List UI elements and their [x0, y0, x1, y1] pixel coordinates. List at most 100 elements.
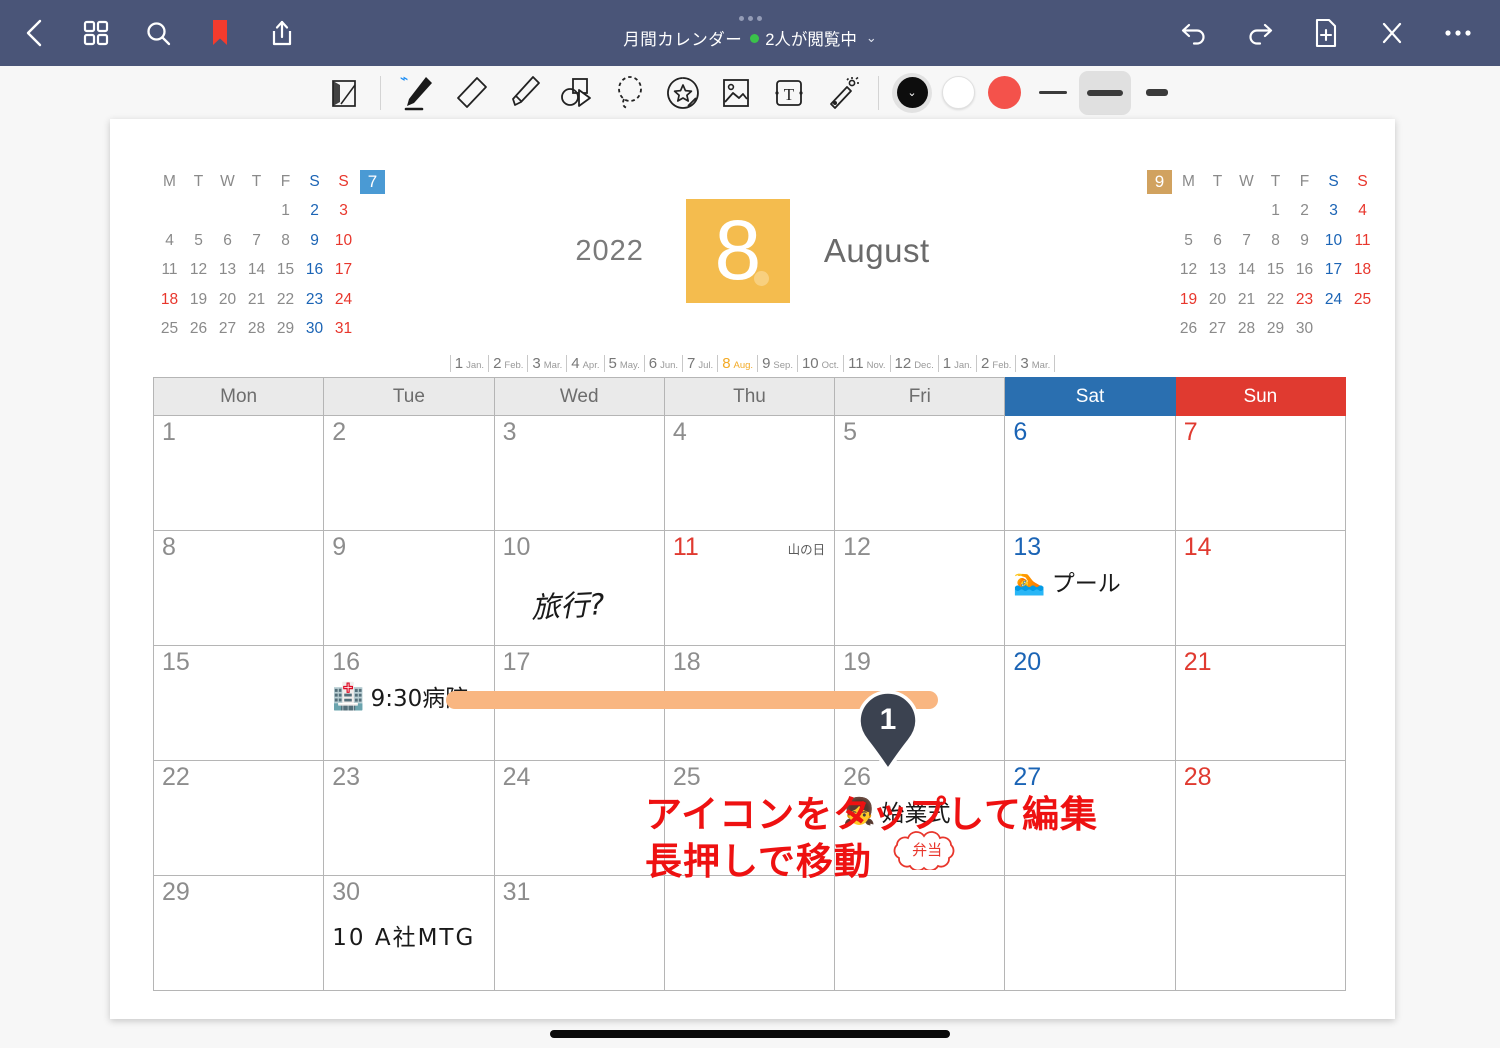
month-strip-item[interactable]: 12 Dec.: [889, 355, 938, 372]
calendar-day-cell[interactable]: 23: [323, 760, 495, 876]
calendar-day-cell[interactable]: 3: [493, 415, 665, 531]
back-button[interactable]: [14, 13, 54, 53]
calendar-day-cell[interactable]: 7: [1174, 415, 1347, 531]
month-strip-item[interactable]: 3 Mar.: [1015, 355, 1056, 372]
shape-tool[interactable]: [550, 70, 603, 116]
mini-day-cell[interactable]: 28: [242, 315, 271, 345]
lasso-tool[interactable]: [603, 70, 656, 116]
redo-button[interactable]: [1240, 13, 1280, 53]
grid-view-button[interactable]: [76, 13, 116, 53]
pen-tool[interactable]: ⌁: [391, 70, 444, 116]
month-strip-number: 12: [894, 355, 912, 372]
handwritten-note[interactable]: プール: [1052, 564, 1121, 598]
add-page-button[interactable]: [1306, 13, 1346, 53]
calendar-week-row: 8 9 10 旅行? 11 山の日 12 13 🏊 プール 14: [152, 530, 1347, 646]
calendar-day-cell[interactable]: 11 山の日: [663, 530, 836, 646]
mini-day-cell[interactable]: 27: [1203, 315, 1232, 345]
month-strip-item[interactable]: 1 Jan.: [449, 355, 488, 372]
month-strip-item[interactable]: 1 Jan.: [937, 355, 976, 372]
calendar-day-cell[interactable]: 30 10 A社MTG: [323, 875, 495, 991]
calendar-day-cell[interactable]: 5: [834, 415, 1006, 531]
eraser-tool[interactable]: [444, 70, 497, 116]
hospital-emoji[interactable]: 🏥: [332, 683, 364, 709]
calendar-day-cell[interactable]: 12: [834, 530, 1006, 646]
month-strip-item[interactable]: 2 Feb.: [488, 355, 527, 372]
calendar-day-cell[interactable]: 10 旅行?: [493, 530, 665, 646]
share-button[interactable]: [262, 13, 302, 53]
calendar-day-cell[interactable]: 24: [493, 760, 665, 876]
month-strip-abbrev: Oct.: [821, 360, 840, 371]
mini-day-cell[interactable]: 29: [1261, 315, 1290, 345]
month-strip-abbrev: Mar.: [1031, 360, 1051, 371]
document-title-button[interactable]: 月間カレンダー 2人が閲覧中 ⌄: [623, 26, 877, 50]
magic-tool[interactable]: [815, 70, 868, 116]
month-strip-number: 3: [532, 355, 541, 372]
color-red-swatch[interactable]: [981, 70, 1027, 116]
month-strip-item[interactable]: 7 Jul.: [682, 355, 717, 372]
handwritten-note[interactable]: 10 A社MTG: [332, 918, 475, 952]
mini-day-cell[interactable]: 30: [300, 315, 329, 345]
mini-day-cell[interactable]: 30: [1290, 315, 1319, 345]
sticker-tool[interactable]: [656, 70, 709, 116]
calendar-day-cell[interactable]: 1: [152, 415, 325, 531]
event-entry[interactable]: 🏊 プール: [1013, 564, 1166, 598]
width-thin-button[interactable]: [1027, 71, 1079, 115]
more-options-button[interactable]: [1438, 13, 1478, 53]
calendar-day-cell[interactable]: [1174, 875, 1347, 991]
calendar-day-cell[interactable]: 15: [152, 645, 325, 761]
month-strip-item[interactable]: 11 Nov.: [843, 355, 889, 372]
month-strip-item[interactable]: 8 Aug.: [717, 355, 757, 372]
calendar-day-cell[interactable]: 4: [663, 415, 836, 531]
bookmark-button[interactable]: [200, 13, 240, 53]
width-medium-button[interactable]: [1079, 70, 1131, 115]
calendar-day-cell[interactable]: [834, 875, 1006, 991]
close-button[interactable]: [1372, 13, 1412, 53]
month-strip-item[interactable]: 10 Oct.: [796, 355, 843, 372]
mini-day-cell[interactable]: 29: [271, 315, 300, 345]
month-navigation-strip[interactable]: 1 Jan. 2 Feb. 3 Mar. 4 Apr. 5 May. 6 Jun. 7 Jul. 8 Aug.…: [110, 355, 1395, 372]
color-black-swatch[interactable]: ⌄: [889, 70, 935, 116]
calendar-page-sheet[interactable]: M T W T F S S 7 1 2 3 4 5 6 7 8 9 10 11 12 13 14 15 16 17 18 19 20 2…: [110, 119, 1395, 1019]
month-strip-item[interactable]: 6 Jun.: [643, 355, 682, 372]
calendar-day-cell[interactable]: 21: [1174, 645, 1347, 761]
mini-month-badge[interactable]: 7: [358, 167, 387, 197]
month-strip-item[interactable]: 3 Mar.: [527, 355, 566, 372]
width-thick-button[interactable]: [1131, 71, 1183, 115]
color-white-swatch[interactable]: [935, 70, 981, 116]
mini-day-cell[interactable]: 28: [1232, 315, 1261, 345]
calendar-day-cell[interactable]: 29: [152, 875, 325, 991]
calendar-day-cell[interactable]: [1004, 875, 1176, 991]
mini-day-cell[interactable]: 26: [184, 315, 213, 345]
calendar-day-cell[interactable]: 14: [1174, 530, 1347, 646]
mini-month-badge[interactable]: 9: [1145, 167, 1174, 197]
month-strip-item[interactable]: 5 May.: [603, 355, 644, 372]
calendar-day-cell[interactable]: 20: [1004, 645, 1176, 761]
pin-marker[interactable]: 1: [855, 690, 921, 772]
mini-day-cell[interactable]: 26: [1174, 315, 1203, 345]
calendar-day-cell[interactable]: 22: [152, 760, 325, 876]
calendar-day-cell[interactable]: 8: [152, 530, 325, 646]
month-strip-item[interactable]: 4 Apr.: [566, 355, 603, 372]
month-strip-item[interactable]: 9 Sep.: [757, 355, 797, 372]
handwritten-note[interactable]: 旅行?: [530, 581, 606, 627]
swimmer-emoji[interactable]: 🏊: [1013, 568, 1045, 594]
search-button[interactable]: [138, 13, 178, 53]
mini-day-cell[interactable]: 27: [213, 315, 242, 345]
calendar-day-cell[interactable]: 31: [493, 875, 665, 991]
mini-day-cell[interactable]: 25: [155, 315, 184, 345]
calendar-day-cell[interactable]: 9: [323, 530, 495, 646]
mini-day-cell[interactable]: [1319, 315, 1348, 345]
month-strip-item[interactable]: 2 Feb.: [976, 355, 1015, 372]
undo-button[interactable]: [1174, 13, 1214, 53]
text-tool[interactable]: T: [762, 70, 815, 116]
calendar-day-cell[interactable]: 28: [1174, 760, 1347, 876]
highlighter-tool[interactable]: [497, 70, 550, 116]
mini-day-cell[interactable]: 31: [329, 315, 358, 345]
image-tool[interactable]: [709, 70, 762, 116]
calendar-day-cell[interactable]: 2: [323, 415, 495, 531]
calendar-day-cell[interactable]: [663, 875, 836, 991]
calendar-day-cell[interactable]: 13 🏊 プール: [1004, 530, 1176, 646]
mini-day-cell[interactable]: [1348, 315, 1377, 345]
page-flip-tool[interactable]: [317, 70, 370, 116]
calendar-day-cell[interactable]: 6: [1004, 415, 1176, 531]
